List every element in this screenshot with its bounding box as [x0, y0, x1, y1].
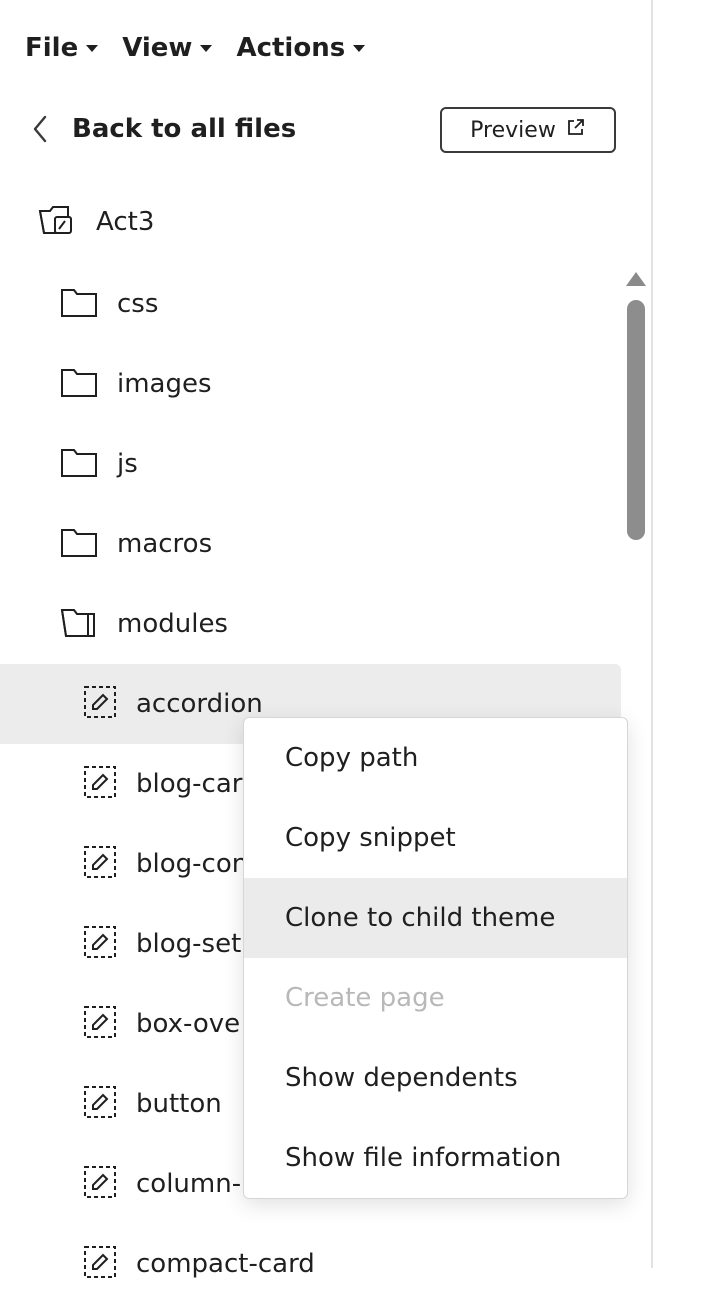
folder-icon	[60, 526, 117, 562]
module-icon	[83, 765, 136, 803]
module-label: blog-con	[136, 849, 249, 879]
file-menu-label: File	[25, 33, 79, 63]
tree-module-blog-con[interactable]: blog-con	[83, 824, 248, 904]
create-page-menu-item: Create page	[244, 958, 627, 1038]
menu-item-label: Show dependents	[285, 1063, 518, 1093]
module-label: column-	[136, 1169, 242, 1199]
scrollbar-thumb[interactable]	[627, 300, 645, 540]
preview-label: Preview	[470, 117, 556, 143]
tree-module-blog-car[interactable]: blog-car	[83, 744, 242, 824]
menu-item-label: Clone to child theme	[285, 903, 556, 933]
folder-label: macros	[117, 529, 213, 559]
module-label: button	[136, 1089, 222, 1119]
file-tree-panel: File View Actions Back to all files Prev…	[0, 0, 651, 1279]
copy-snippet-menu-item[interactable]: Copy snippet	[244, 798, 627, 878]
project-root-label: Act3	[96, 207, 155, 237]
show-file-information-menu-item[interactable]: Show file information	[244, 1118, 627, 1198]
module-icon	[83, 685, 136, 723]
menu-item-label: Create page	[285, 983, 445, 1013]
tree-module-column[interactable]: column-	[83, 1144, 241, 1224]
caret-down-icon	[200, 44, 213, 52]
project-folder-icon	[38, 203, 76, 241]
copy-path-menu-item[interactable]: Copy path	[244, 718, 627, 798]
external-link-icon	[566, 117, 586, 143]
module-icon	[83, 845, 136, 883]
tree-folder-modules[interactable]: modules	[60, 584, 228, 664]
scroll-up-arrow-icon[interactable]	[626, 272, 646, 286]
tree-module-compact-card[interactable]: compact-card	[83, 1224, 315, 1304]
clone-to-child-theme-menu-item[interactable]: Clone to child theme	[244, 878, 627, 958]
module-label: box-ove	[136, 1009, 241, 1039]
tree-folder-js[interactable]: js	[60, 424, 138, 504]
tree-folder-css[interactable]: css	[60, 264, 158, 344]
panel-divider	[651, 0, 653, 1268]
actions-menu[interactable]: Actions	[236, 33, 366, 63]
tree-folder-images[interactable]: images	[60, 344, 212, 424]
back-to-all-files-link[interactable]: Back to all files	[30, 108, 296, 150]
folder-label: modules	[117, 609, 228, 639]
folder-label: css	[117, 289, 159, 319]
folder-open-icon	[60, 606, 117, 642]
view-menu-label: View	[122, 33, 193, 63]
back-label: Back to all files	[72, 114, 297, 144]
file-menu[interactable]: File	[25, 33, 99, 63]
chevron-left-icon	[30, 114, 54, 144]
caret-down-icon	[353, 44, 366, 52]
actions-menu-label: Actions	[236, 33, 346, 63]
module-label: blog-car	[136, 769, 243, 799]
project-root[interactable]: Act3	[38, 198, 154, 246]
caret-down-icon	[86, 44, 99, 52]
module-icon	[83, 925, 136, 963]
context-menu: Copy path Copy snippet Clone to child th…	[243, 717, 628, 1199]
module-label: accordion	[136, 689, 263, 719]
module-label: compact-card	[136, 1249, 315, 1279]
tree-module-accordion[interactable]: accordion	[83, 664, 263, 744]
show-dependents-menu-item[interactable]: Show dependents	[244, 1038, 627, 1118]
menu-item-label: Copy path	[285, 743, 419, 773]
menu-bar: File View Actions	[25, 28, 366, 68]
folder-icon	[60, 286, 117, 322]
module-icon	[83, 1005, 136, 1043]
folder-icon	[60, 366, 117, 402]
tree-folder-macros[interactable]: macros	[60, 504, 212, 584]
preview-button[interactable]: Preview	[440, 107, 616, 153]
module-icon	[83, 1245, 136, 1283]
folder-icon	[60, 446, 117, 482]
tree-module-button[interactable]: button	[83, 1064, 222, 1144]
module-icon	[83, 1165, 136, 1203]
tree-module-box-ove[interactable]: box-ove	[83, 984, 240, 1064]
module-icon	[83, 1085, 136, 1123]
module-label: blog-set	[136, 929, 242, 959]
view-menu[interactable]: View	[122, 33, 213, 63]
menu-item-label: Show file information	[285, 1143, 562, 1173]
tree-module-blog-set[interactable]: blog-set	[83, 904, 241, 984]
menu-item-label: Copy snippet	[285, 823, 456, 853]
folder-label: js	[117, 449, 138, 479]
folder-label: images	[117, 369, 212, 399]
